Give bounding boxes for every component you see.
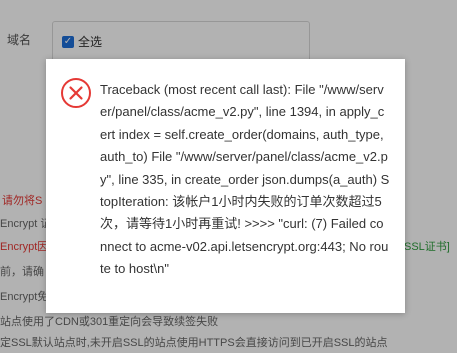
error-message-text: Traceback (most recent call last): File … <box>100 82 390 277</box>
error-circle-x-icon <box>61 78 91 108</box>
error-message-dialog: Traceback (most recent call last): File … <box>46 59 405 313</box>
